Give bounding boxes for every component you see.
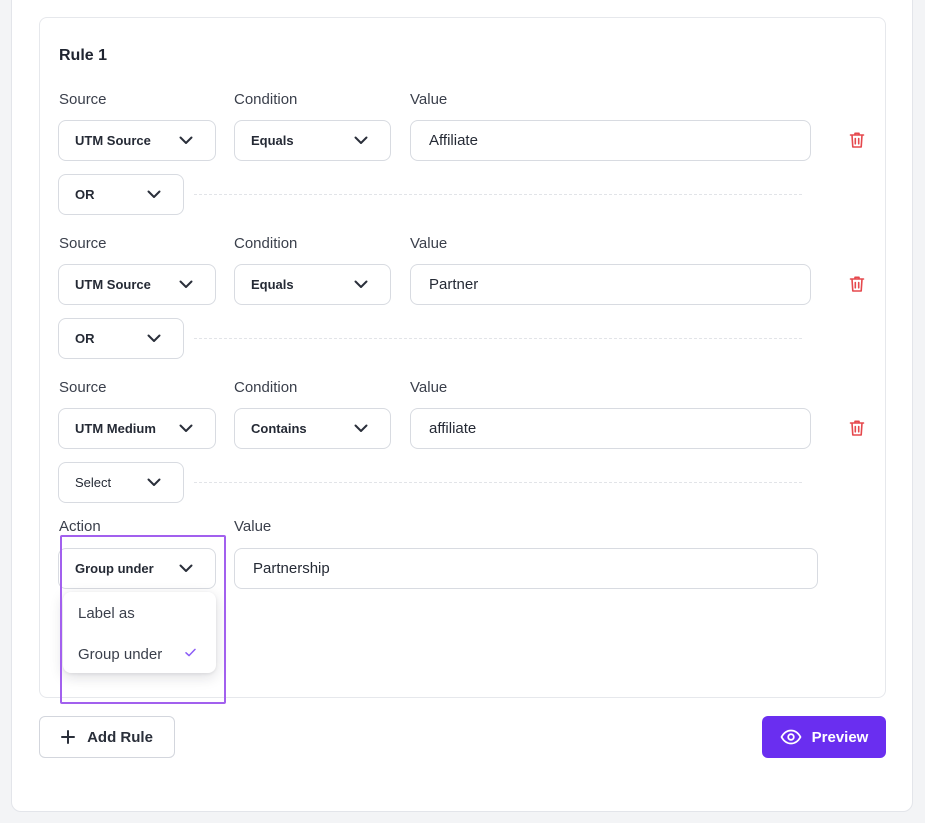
source-label: Source [59,235,107,252]
condition-select-value: Equals [251,133,294,148]
value-input[interactable] [410,264,811,305]
value-input[interactable] [410,120,811,161]
condition-select[interactable]: Equals [234,264,391,305]
condition-label: Condition [234,235,298,252]
condition-select[interactable]: Equals [234,120,391,161]
plus-icon [61,730,76,744]
connector-select[interactable]: OR [58,174,184,215]
chevron-down-icon [147,190,161,198]
condition-select-value: Contains [251,421,307,436]
source-label: Source [59,379,107,396]
source-select-value: UTM Medium [75,421,156,436]
condition-select-value: Equals [251,277,294,292]
connector-divider [194,338,802,339]
connector-divider [194,482,802,483]
connector-select-value: OR [75,331,95,346]
value-input[interactable] [410,408,811,449]
chevron-down-icon [179,280,193,288]
condition-label: Condition [234,379,298,396]
value-label: Value [410,379,448,396]
preview-label: Preview [811,728,869,746]
chevron-down-icon [179,424,193,432]
connector-select[interactable]: OR [58,318,184,359]
chevron-down-icon [147,478,161,486]
add-rule-label: Add Rule [87,728,153,746]
chevron-down-icon [179,564,193,572]
action-select[interactable]: Group under [58,548,216,589]
connector-select-value: OR [75,187,95,202]
value-label: Value [410,235,448,252]
action-value-label: Value [234,518,272,535]
trash-icon[interactable] [848,275,866,293]
connector-select[interactable]: Select [58,462,184,503]
check-icon [185,648,196,657]
chevron-down-icon [354,280,368,288]
source-select-value: UTM Source [75,133,151,148]
value-label: Value [410,91,448,108]
source-select[interactable]: UTM Source [58,264,216,305]
condition-select[interactable]: Contains [234,408,391,449]
action-label: Action [59,518,101,535]
menu-item-group-under[interactable]: Group under [63,636,216,672]
chevron-down-icon [179,136,193,144]
action-select-value: Group under [75,561,154,576]
action-dropdown-menu: Label as Group under [63,592,216,673]
rule-title: Rule 1 [59,47,108,64]
chevron-down-icon [354,136,368,144]
chevron-down-icon [147,334,161,342]
connector-divider [194,194,802,195]
trash-icon[interactable] [848,131,866,149]
connector-select-value: Select [75,475,112,490]
source-select[interactable]: UTM Source [58,120,216,161]
menu-item-label: Label as [78,604,135,622]
preview-button[interactable]: Preview [762,716,886,758]
menu-item-label-as[interactable]: Label as [63,595,216,631]
chevron-down-icon [354,424,368,432]
eye-icon [780,729,802,745]
source-select[interactable]: UTM Medium [58,408,216,449]
add-rule-button[interactable]: Add Rule [39,716,175,758]
menu-item-label: Group under [78,645,163,663]
source-label: Source [59,91,107,108]
action-value-input[interactable] [234,548,818,589]
condition-label: Condition [234,91,298,108]
source-select-value: UTM Source [75,277,151,292]
trash-icon[interactable] [848,419,866,437]
